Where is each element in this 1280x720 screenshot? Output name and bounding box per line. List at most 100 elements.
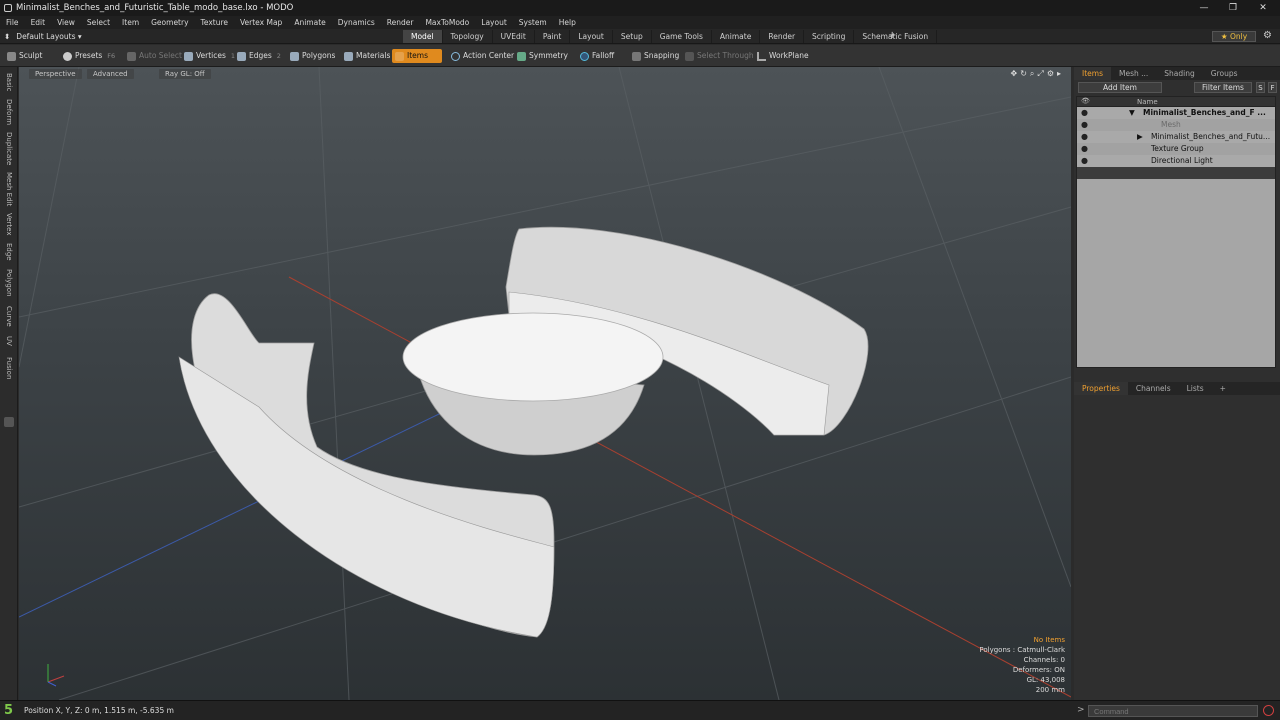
tab-scripting[interactable]: Scripting: [804, 30, 855, 43]
eye-icon[interactable]: ●: [1081, 107, 1088, 119]
menu-item[interactable]: Item: [116, 18, 145, 27]
tab-channels[interactable]: Channels: [1128, 382, 1179, 395]
s-button[interactable]: S: [1256, 82, 1265, 93]
menu-geometry[interactable]: Geometry: [145, 18, 194, 27]
vtab-curve[interactable]: Curve: [2, 303, 16, 329]
record-icon[interactable]: [1263, 705, 1274, 716]
no-items-label: No Items: [1033, 636, 1065, 644]
vtab-fusion[interactable]: Fusion: [2, 353, 16, 383]
vtab-vertex[interactable]: Vertex: [2, 211, 16, 237]
maximize-button[interactable]: ❐: [1218, 0, 1248, 16]
auto-select-button[interactable]: Auto Select: [124, 49, 186, 63]
list-item[interactable]: ● Directional Light: [1077, 155, 1275, 167]
3d-viewport[interactable]: Perspective Advanced Ray GL: Off ✥ ↻ ⌕ ⤢…: [19, 67, 1071, 700]
menu-file[interactable]: File: [0, 18, 25, 27]
menu-render[interactable]: Render: [381, 18, 420, 27]
select-through-icon: [685, 51, 694, 61]
advanced-dropdown[interactable]: Advanced: [87, 69, 134, 79]
edges-button[interactable]: Edges 2: [234, 49, 285, 63]
view-mode-dropdown[interactable]: Perspective: [29, 69, 82, 79]
tab-topology[interactable]: Topology: [443, 30, 493, 43]
tab-animate[interactable]: Animate: [712, 30, 761, 43]
viewport-menu-icon[interactable]: ▸: [1057, 69, 1061, 79]
vtab-uv[interactable]: UV: [2, 333, 16, 349]
vtab-mesh-edit[interactable]: Mesh Edit: [2, 171, 16, 207]
tab-items[interactable]: Items: [1074, 67, 1111, 80]
eye-icon[interactable]: ●: [1081, 143, 1088, 155]
move-view-icon[interactable]: ✥: [1011, 69, 1018, 79]
materials-button[interactable]: Materials: [341, 49, 394, 63]
gear-icon[interactable]: ⚙: [1263, 30, 1272, 41]
menu-texture[interactable]: Texture: [195, 18, 234, 27]
item-list-empty-area[interactable]: [1077, 179, 1275, 367]
items-button[interactable]: Items: [392, 49, 442, 63]
only-toggle[interactable]: ★ Only: [1212, 31, 1256, 42]
add-tab-button[interactable]: +: [888, 30, 896, 41]
command-input[interactable]: [1088, 705, 1258, 717]
tab-render[interactable]: Render: [760, 30, 805, 43]
vtab-polygon[interactable]: Polygon: [2, 267, 16, 299]
polygons-button[interactable]: Polygons: [287, 49, 339, 63]
symmetry-button[interactable]: Symmetry: [514, 49, 572, 63]
menu-animate[interactable]: Animate: [288, 18, 331, 27]
raygl-dropdown[interactable]: Ray GL: Off: [159, 69, 211, 79]
tab-paint[interactable]: Paint: [535, 30, 571, 43]
list-item[interactable]: ● ▼ Minimalist_Benches_and_F ...: [1077, 107, 1275, 119]
vtab-duplicate[interactable]: Duplicate: [2, 131, 16, 167]
name-column-header[interactable]: Name: [1137, 98, 1158, 106]
table[interactable]: [402, 312, 664, 456]
fit-view-icon[interactable]: ⤢: [1037, 69, 1043, 79]
eye-icon[interactable]: ●: [1081, 155, 1088, 167]
tab-model[interactable]: Model: [403, 30, 443, 43]
select-through-button[interactable]: Select Through: [682, 49, 758, 63]
add-panel-tab-button[interactable]: +: [1212, 382, 1234, 395]
close-button[interactable]: ✕: [1248, 0, 1278, 16]
eye-icon[interactable]: ●: [1081, 131, 1088, 143]
zoom-view-icon[interactable]: ⌕: [1030, 69, 1034, 79]
filter-items-button[interactable]: Filter Items: [1194, 82, 1252, 93]
viewport-gear-icon[interactable]: ⚙: [1047, 69, 1054, 79]
workplane-button[interactable]: WorkPlane: [754, 49, 813, 63]
tab-lists[interactable]: Lists: [1179, 382, 1212, 395]
sculpt-button[interactable]: Sculpt: [4, 49, 46, 63]
menu-dynamics[interactable]: Dynamics: [332, 18, 381, 27]
menu-maxtomodo[interactable]: MaxToModo: [419, 18, 475, 27]
layouts-dropdown[interactable]: ⬍ Default Layouts ▾: [4, 31, 82, 42]
menu-edit[interactable]: Edit: [25, 18, 52, 27]
tab-mesh[interactable]: Mesh ...: [1111, 67, 1156, 80]
action-center-button[interactable]: Action Center: [448, 49, 518, 63]
snapping-button[interactable]: Snapping: [629, 49, 683, 63]
panel-toggle-icon[interactable]: [4, 417, 14, 427]
vtab-deform[interactable]: Deform: [2, 97, 16, 127]
menu-vertex-map[interactable]: Vertex Map: [234, 18, 288, 27]
vtab-edge[interactable]: Edge: [2, 241, 16, 263]
f-button[interactable]: F: [1268, 82, 1277, 93]
list-item[interactable]: ● ▶ Minimalist_Benches_and_Futu...: [1077, 131, 1275, 143]
eye-icon[interactable]: ●: [1081, 119, 1088, 131]
presets-button[interactable]: Presets F6: [60, 49, 119, 63]
tab-properties[interactable]: Properties: [1074, 382, 1128, 395]
minimize-button[interactable]: —: [1189, 0, 1219, 16]
list-item[interactable]: ● Mesh: [1077, 119, 1275, 131]
menu-layout[interactable]: Layout: [475, 18, 513, 27]
tab-uvedit[interactable]: UVEdit: [493, 30, 535, 43]
menu-select[interactable]: Select: [81, 18, 116, 27]
menu-help[interactable]: Help: [553, 18, 582, 27]
tab-setup[interactable]: Setup: [613, 30, 652, 43]
vertices-button[interactable]: Vertices 1: [181, 49, 239, 63]
add-item-button[interactable]: Add Item: [1078, 82, 1162, 93]
falloff-button[interactable]: Falloff: [577, 49, 618, 63]
list-item[interactable]: ● Texture Group: [1077, 143, 1275, 155]
tab-layout[interactable]: Layout: [570, 30, 613, 43]
layout-icon: ⬍: [4, 32, 11, 41]
properties-body: [1074, 395, 1280, 700]
tab-groups[interactable]: Groups: [1203, 67, 1246, 80]
scene-canvas[interactable]: [19, 67, 1071, 700]
vtab-basic[interactable]: Basic: [2, 71, 16, 93]
layout-tab-bar: ⬍ Default Layouts ▾ Model Topology UVEdi…: [0, 29, 1280, 44]
menu-system[interactable]: System: [513, 18, 553, 27]
rotate-view-icon[interactable]: ↻: [1020, 69, 1027, 79]
tab-game-tools[interactable]: Game Tools: [652, 30, 712, 43]
tab-shading[interactable]: Shading: [1156, 67, 1202, 80]
menu-view[interactable]: View: [51, 18, 81, 27]
